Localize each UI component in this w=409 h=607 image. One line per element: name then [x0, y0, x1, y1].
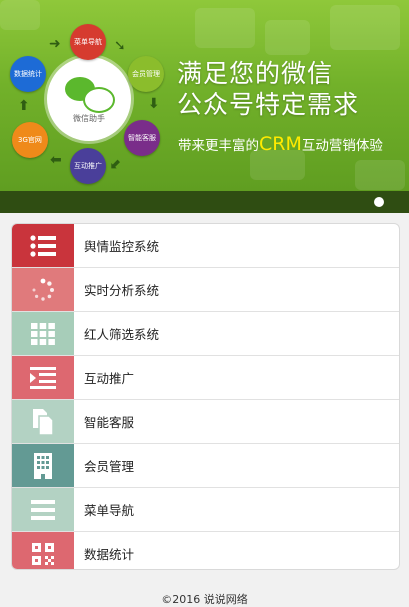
indent-icon	[12, 356, 74, 399]
node-data-stats: 数据统计	[10, 56, 46, 92]
menu-item-realtime-analysis[interactable]: 实时分析系统	[12, 268, 399, 312]
menu-item-interactive-promotion[interactable]: 互动推广	[12, 356, 399, 400]
node-member-mgmt: 会员管理	[128, 56, 164, 92]
menu-item-label: 红人筛选系统	[84, 327, 160, 342]
node-3g-site: 3G官网	[12, 122, 48, 158]
subline-crm: CRM	[259, 133, 302, 155]
documents-icon	[12, 400, 74, 443]
banner-decoration	[355, 160, 405, 190]
node-smart-service: 智能客服	[124, 120, 160, 156]
arrow-icon: ⬇	[148, 96, 160, 112]
banner-decoration	[0, 0, 40, 30]
menu-item-data-statistics[interactable]: 数据统计	[12, 532, 399, 569]
menu-item-menu-navigation[interactable]: 菜单导航	[12, 488, 399, 532]
list-icon	[12, 224, 74, 267]
menu-item-label: 菜单导航	[84, 503, 135, 518]
subline-suffix: 互动营销体验	[301, 138, 383, 154]
qrcode-icon	[12, 532, 74, 569]
menu-item-sentiment-monitor[interactable]: 舆情监控系统	[12, 224, 399, 268]
menu-item-influencer-filter[interactable]: 红人筛选系统	[12, 312, 399, 356]
banner-decoration	[195, 8, 255, 48]
menu-item-label: 实时分析系统	[84, 283, 160, 298]
node-promotion: 互动推广	[70, 148, 106, 184]
menu-item-label: 智能客服	[84, 415, 135, 430]
arrow-icon: ⬅	[50, 152, 62, 168]
feature-menu: 舆情监控系统 实时分析系统 红人筛选系统 互动推广 智能客服 会员管理 菜单导航…	[11, 223, 400, 570]
hero-banner[interactable]: 微信助手 菜单导航 会员管理 智能客服 互动推广 3G官网 数据统计 ➜ ➘ ⬇…	[0, 0, 409, 213]
wechat-hub: 微信助手	[47, 57, 131, 141]
banner-headline: 满足您的微信 公众号特定需求	[177, 58, 359, 120]
menu-icon	[12, 488, 74, 531]
menu-item-label: 会员管理	[84, 459, 135, 474]
arrow-icon: ➜	[49, 36, 61, 52]
building-icon	[12, 444, 74, 487]
arrow-icon: ⬋	[110, 156, 122, 172]
headline-line-1: 满足您的微信	[177, 59, 334, 88]
banner-decoration	[330, 5, 400, 50]
node-menu-nav: 菜单导航	[70, 24, 106, 60]
grid-icon	[12, 312, 74, 355]
banner-decoration	[265, 20, 310, 55]
spinner-icon	[12, 268, 74, 311]
menu-item-smart-service[interactable]: 智能客服	[12, 400, 399, 444]
banner-subline: 带来更丰富的CRM互动营销体验	[178, 133, 383, 155]
wechat-bubble-icon	[83, 87, 115, 113]
hub-label: 微信助手	[73, 114, 105, 123]
arrow-icon: ➘	[114, 38, 126, 54]
carousel-bar	[0, 191, 409, 213]
menu-item-member-management[interactable]: 会员管理	[12, 444, 399, 488]
carousel-dot[interactable]	[374, 197, 384, 207]
headline-line-2: 公众号特定需求	[177, 90, 360, 119]
menu-item-label: 互动推广	[84, 371, 135, 386]
menu-item-label: 数据统计	[84, 547, 135, 562]
arrow-icon: ⬆	[18, 98, 30, 114]
subline-prefix: 带来更丰富的	[178, 138, 259, 154]
footer-copyright: ©2016 说说网络	[161, 593, 248, 606]
menu-item-label: 舆情监控系统	[84, 239, 160, 254]
